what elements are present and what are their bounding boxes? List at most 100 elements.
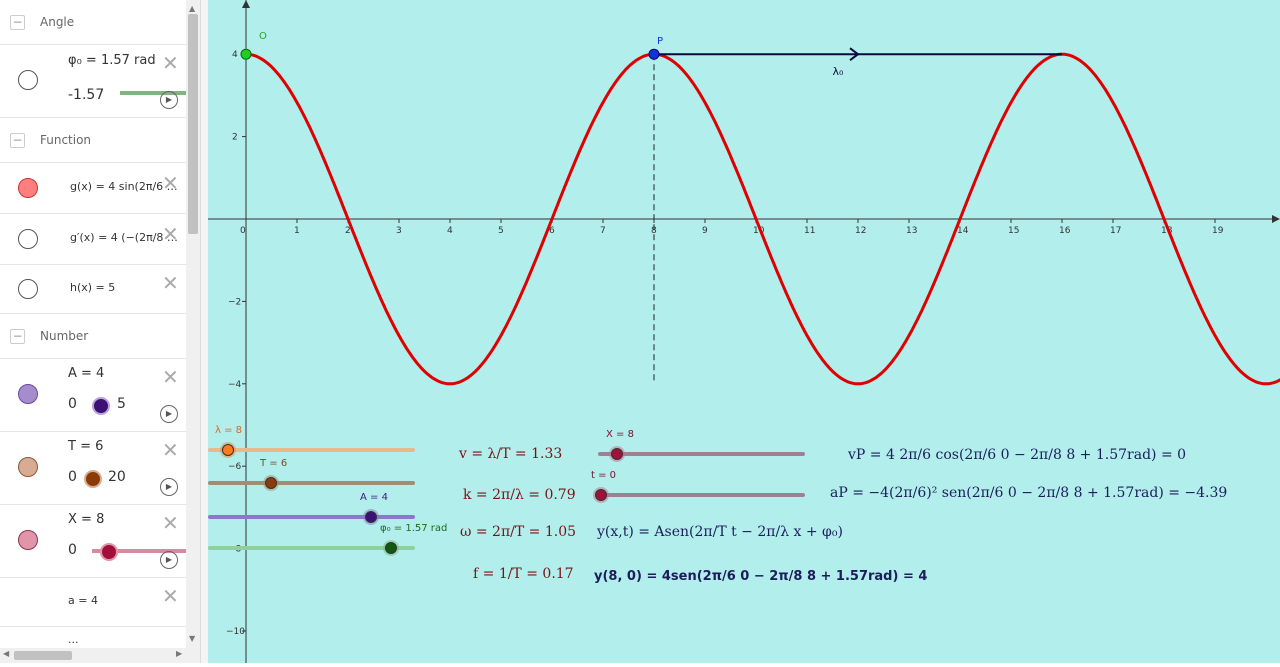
visibility-toggle[interactable] xyxy=(18,70,38,90)
delete-icon[interactable]: ✕ xyxy=(162,584,179,608)
view-splitter[interactable] xyxy=(200,0,208,663)
collapse-toggle[interactable]: − xyxy=(10,133,25,148)
algebra-item-T[interactable]: T = 6 ✕ 0 20 ▶ xyxy=(0,432,186,505)
A-min: 0 xyxy=(68,396,77,412)
play-icon[interactable]: ▶ xyxy=(160,478,178,496)
formula-velocity-P: vP = 4 2π/6 cos(2π/6 0 − 2π/8 8 + 1.57ra… xyxy=(848,447,1187,463)
cut-definition: ... xyxy=(68,633,79,646)
delete-icon[interactable]: ✕ xyxy=(162,171,179,195)
x-tick-label: 16 xyxy=(1059,226,1071,236)
x-tick-label: 17 xyxy=(1110,226,1121,236)
lambda-slider-knob[interactable] xyxy=(222,444,234,456)
formula-wave-equation: y(x,t) = Asen(2π/T t − 2π/λ x + φ₀) xyxy=(597,524,843,540)
vector-label: λ₀ xyxy=(833,65,845,78)
X-slider-knob[interactable] xyxy=(100,543,118,561)
formula-speed: v = λ/T = 1.33 xyxy=(459,446,563,462)
visibility-toggle[interactable] xyxy=(18,279,38,299)
formula-frequency: f = 1/T = 0.17 xyxy=(473,566,574,582)
point-O-label: O xyxy=(259,31,267,42)
algebra-view: − Angle φ₀ = 1.57 rad ✕ -1.57 ▶ − Functi… xyxy=(0,0,186,648)
y-axis-arrow xyxy=(242,0,250,8)
formula-y-at-point: y(8, 0) = 4sen(2π/6 0 − 2π/8 8 + 1.57rad… xyxy=(594,569,928,584)
T-label: T = 6 xyxy=(68,439,104,454)
vertical-scroll-thumb[interactable] xyxy=(188,14,198,234)
formula-acceleration-P: aP = −4(2π/6)² sen(2π/6 0 − 2π/8 8 + 1.5… xyxy=(830,485,1228,501)
algebra-item-X[interactable]: X = 8 ✕ 0 ▶ xyxy=(0,505,186,578)
A-slider-label: A = 4 xyxy=(360,492,388,503)
visibility-toggle[interactable] xyxy=(18,178,38,198)
T-slider-knob[interactable] xyxy=(265,477,277,489)
X-slider-label: X = 8 xyxy=(606,429,634,440)
x-tick-label: 9 xyxy=(702,226,708,236)
x-tick-label: 12 xyxy=(855,226,866,236)
T-slider-label: T = 6 xyxy=(260,458,288,469)
x-tick-label: 13 xyxy=(906,226,917,236)
visibility-toggle[interactable] xyxy=(18,457,38,477)
horizontal-scroll-thumb[interactable] xyxy=(14,651,72,660)
t-slider-label: t = 0 xyxy=(591,470,617,481)
x-tick-label: 11 xyxy=(804,226,815,236)
T-min: 0 xyxy=(68,469,77,485)
graphics-view[interactable]: 01234567891011121314151617181942−2−4−6−8… xyxy=(208,0,1280,663)
T-max: 20 xyxy=(108,469,126,485)
visibility-toggle[interactable] xyxy=(18,384,38,404)
algebra-item-phi[interactable]: φ₀ = 1.57 rad ✕ -1.57 ▶ xyxy=(0,45,186,118)
lambda-slider-label: λ = 8 xyxy=(215,425,243,436)
algebra-item-gprime[interactable]: g′(x) = 4 (−(2π/8 … ✕ xyxy=(0,214,186,265)
point-P-label: P xyxy=(657,36,663,47)
algebra-item-A[interactable]: A = 4 ✕ 0 5 ▶ xyxy=(0,359,186,432)
algebra-item-cut[interactable]: ... xyxy=(0,627,186,647)
delete-icon[interactable]: ✕ xyxy=(162,222,179,246)
T-slider-knob[interactable] xyxy=(84,470,102,488)
x-tick-label: 3 xyxy=(396,226,402,236)
x-tick-label: 4 xyxy=(447,226,453,236)
x-tick-label: 14 xyxy=(957,226,969,236)
algebra-item-a[interactable]: a = 4 ✕ xyxy=(0,578,186,627)
formula-angular-frequency: ω = 2π/T = 1.05 xyxy=(460,524,577,540)
A-slider-knob[interactable] xyxy=(365,511,377,523)
play-icon[interactable]: ▶ xyxy=(160,405,178,423)
delete-icon[interactable]: ✕ xyxy=(162,51,179,75)
algebra-item-h[interactable]: h(x) = 5 ✕ xyxy=(0,265,186,314)
scroll-down-icon[interactable]: ▼ xyxy=(189,634,195,643)
point-P[interactable] xyxy=(648,48,660,60)
collapse-toggle[interactable]: − xyxy=(10,329,25,344)
X-slider-knob[interactable] xyxy=(611,448,623,460)
play-icon[interactable]: ▶ xyxy=(160,91,178,109)
y-tick-label: 2 xyxy=(232,133,238,143)
scroll-left-icon[interactable]: ◀ xyxy=(3,649,9,658)
visibility-toggle[interactable] xyxy=(18,530,38,550)
x-tick-label: 0 xyxy=(240,226,246,236)
phi-min: -1.57 xyxy=(68,87,105,103)
delete-icon[interactable]: ✕ xyxy=(162,438,179,462)
delete-icon[interactable]: ✕ xyxy=(162,365,179,389)
y-tick-label: 4 xyxy=(232,50,238,60)
phi-slider-knob[interactable] xyxy=(385,542,397,554)
y-tick-label: −4 xyxy=(228,380,242,390)
group-title-function: Function xyxy=(40,133,92,147)
delete-icon[interactable]: ✕ xyxy=(162,271,179,295)
formula-wavenumber: k = 2π/λ = 0.79 xyxy=(463,487,576,503)
group-title-number: Number xyxy=(40,329,89,343)
h-definition: h(x) = 5 xyxy=(70,281,116,294)
x-tick-label: 7 xyxy=(600,226,606,236)
delete-icon[interactable]: ✕ xyxy=(162,511,179,535)
scroll-right-icon[interactable]: ▶ xyxy=(176,649,182,658)
scroll-up-icon[interactable]: ▲ xyxy=(189,4,195,13)
play-icon[interactable]: ▶ xyxy=(160,551,178,569)
graph-canvas[interactable]: 01234567891011121314151617181942−2−4−6−8… xyxy=(208,0,1280,663)
algebra-item-g[interactable]: g(x) = 4 sin(2π/6 … ✕ xyxy=(0,163,186,214)
y-tick-label: −6 xyxy=(228,462,242,472)
t-slider-knob[interactable] xyxy=(595,489,607,501)
A-label: A = 4 xyxy=(68,366,105,381)
A-max: 5 xyxy=(117,396,126,412)
group-title-angle: Angle xyxy=(40,15,75,29)
phi-slider-label: φ₀ = 1.57 rad xyxy=(380,523,448,534)
a-definition: a = 4 xyxy=(68,594,98,607)
x-axis-arrow xyxy=(1272,215,1280,223)
visibility-toggle[interactable] xyxy=(18,229,38,249)
collapse-toggle[interactable]: − xyxy=(10,15,25,30)
A-slider-knob[interactable] xyxy=(92,397,110,415)
point-O[interactable] xyxy=(240,48,252,60)
phi-label: φ₀ = 1.57 rad xyxy=(68,53,156,68)
